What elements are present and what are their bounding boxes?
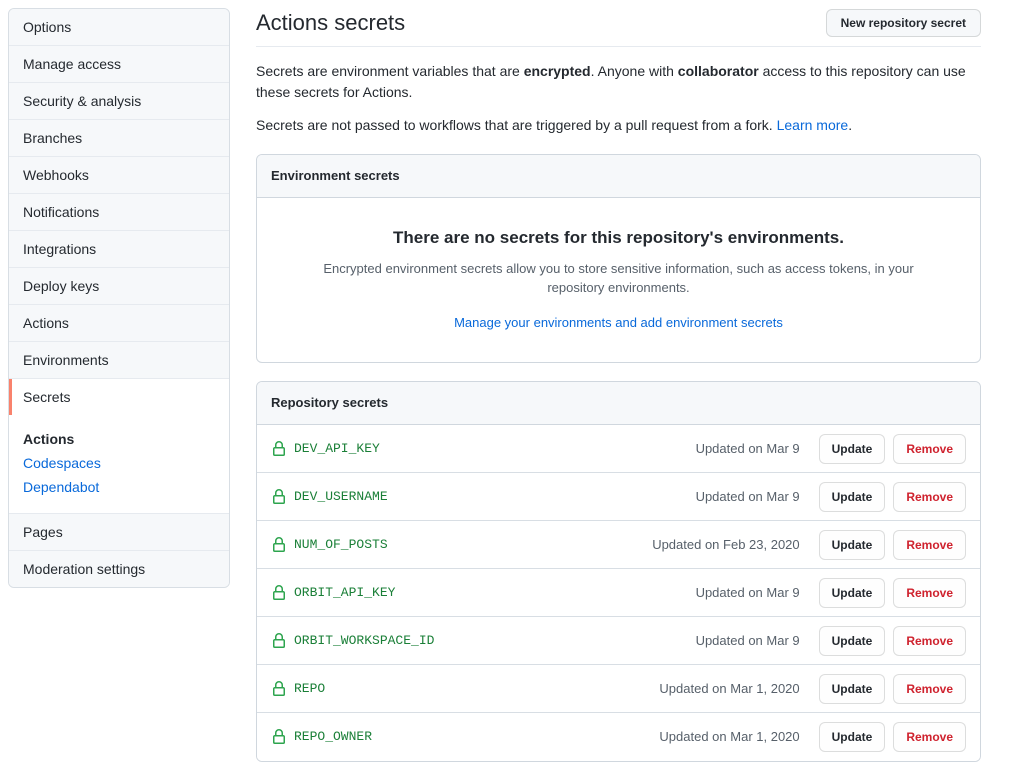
intro-text-2: . Anyone with (590, 63, 678, 79)
learn-more-link[interactable]: Learn more (777, 117, 849, 133)
update-secret-button[interactable]: Update (818, 673, 886, 704)
secret-row-actions: Update Remove (818, 625, 966, 656)
lock-icon (271, 729, 287, 745)
sidebar-item-branches[interactable]: Branches (9, 120, 229, 157)
remove-secret-button[interactable]: Remove (893, 673, 966, 704)
sidebar-item-secrets[interactable]: Secrets (9, 379, 229, 415)
environment-secrets-box: Environment secrets There are no secrets… (256, 154, 981, 363)
secret-row: ORBIT_WORKSPACE_ID Updated on Mar 9 Update… (257, 617, 980, 665)
update-secret-button[interactable]: Update (818, 722, 886, 752)
secret-name-link[interactable]: DEV_API_KEY (294, 440, 380, 458)
secret-updated-timestamp: Updated on Mar 9 (695, 584, 800, 600)
sidebar-item-actions[interactable]: Actions (9, 305, 229, 342)
sidebar-secrets-subnav: Actions Codespaces Dependabot (9, 415, 229, 514)
secret-name-link[interactable]: DEV_USERNAME (294, 488, 388, 506)
secret-row: DEV_USERNAME Updated on Mar 9 Update Remove (257, 473, 980, 521)
secret-row-actions: Update Remove (818, 673, 966, 704)
remove-secret-button[interactable]: Remove (893, 481, 966, 512)
page-header: Actions secrets New repository secret (256, 8, 981, 47)
update-secret-button[interactable]: Update (818, 577, 886, 608)
intro-paragraph-1: Secrets are environment variables that a… (256, 61, 971, 103)
repository-secrets-list: DEV_API_KEY Updated on Mar 9 Update Remove D… (257, 425, 980, 761)
environment-secrets-empty-state: There are no secrets for this repository… (257, 198, 980, 362)
sidebar-subitem-codespaces[interactable]: Codespaces (23, 451, 215, 475)
sidebar-item-security-analysis[interactable]: Security & analysis (9, 83, 229, 120)
page-title: Actions secrets (256, 10, 406, 35)
remove-secret-button[interactable]: Remove (893, 577, 966, 608)
secret-row: REPO Updated on Mar 1, 2020 Update Remove (257, 665, 980, 713)
intro-paragraph-2: Secrets are not passed to workflows that… (256, 115, 971, 136)
lock-icon (271, 632, 287, 649)
repository-secrets-box: Repository secrets DEV_API_KEY Updated on… (256, 381, 981, 762)
update-secret-button[interactable]: Update (818, 529, 886, 560)
sidebar-item-deploy-keys[interactable]: Deploy keys (9, 268, 229, 305)
remove-secret-button[interactable]: Remove (893, 529, 966, 560)
empty-state-title: There are no secrets for this repository… (393, 228, 844, 247)
settings-page: Options Manage access Security & analysis B… (0, 0, 1015, 762)
secret-row-actions: Update Remove (818, 722, 966, 752)
secret-row-actions: Update Remove (818, 529, 966, 560)
secret-name-link[interactable]: NUM_OF_POSTS (294, 536, 388, 554)
sidebar-item-environments[interactable]: Environments (9, 342, 229, 379)
secret-row: DEV_API_KEY Updated on Mar 9 Update Remove (257, 425, 980, 473)
sidebar-subitem-actions: Actions (23, 431, 75, 447)
lock-icon (271, 680, 287, 697)
lock-icon (271, 440, 287, 457)
new-repository-secret-button[interactable]: New repository secret (825, 9, 981, 37)
intro-text: Secrets are environment variables that a… (256, 47, 981, 136)
remove-secret-button[interactable]: Remove (893, 722, 966, 752)
secret-row: NUM_OF_POSTS Updated on Feb 23, 2020 Updat… (257, 521, 980, 569)
secret-row-actions: Update Remove (818, 577, 966, 608)
sidebar-subitem-dependabot[interactable]: Dependabot (23, 475, 215, 499)
lock-icon (271, 584, 287, 601)
update-secret-button[interactable]: Update (818, 481, 886, 512)
lock-icon (271, 536, 287, 553)
sidebar-item-options[interactable]: Options (9, 9, 229, 46)
intro-text-1: Secrets are environment variables that a… (256, 63, 524, 79)
secret-updated-timestamp: Updated on Mar 1, 2020 (659, 680, 800, 696)
sidebar-item-integrations[interactable]: Integrations (9, 231, 229, 268)
sidebar-nav-list: Options Manage access Security & analysis B… (9, 9, 229, 415)
secret-updated-timestamp: Updated on Mar 9 (695, 632, 800, 648)
sidebar-item-notifications[interactable]: Notifications (9, 194, 229, 231)
secret-name-link[interactable]: ORBIT_WORKSPACE_ID (294, 632, 434, 650)
secret-row: REPO_OWNER Updated on Mar 1, 2020 Update Re… (257, 713, 980, 761)
remove-secret-button[interactable]: Remove (893, 433, 966, 464)
secret-updated-timestamp: Updated on Mar 1, 2020 (659, 729, 800, 744)
empty-state-description: Encrypted environment secrets allow you … (323, 261, 914, 295)
secret-updated-timestamp: Updated on Mar 9 (695, 440, 800, 456)
settings-sidebar: Options Manage access Security & analysis B… (8, 8, 230, 588)
update-secret-button[interactable]: Update (818, 625, 886, 656)
sidebar-item-moderation-settings[interactable]: Moderation settings (9, 551, 229, 587)
intro-bold-encrypted: encrypted (523, 63, 591, 79)
remove-secret-button[interactable]: Remove (893, 625, 966, 656)
secret-updated-timestamp: Updated on Feb 23, 2020 (652, 536, 800, 552)
sidebar-item-webhooks[interactable]: Webhooks (9, 157, 229, 194)
environment-secrets-header: Environment secrets (257, 155, 980, 198)
intro-fork-text: Secrets are not passed to workflows that… (256, 117, 777, 133)
intro-bold-collaborator: collaborator (677, 63, 759, 79)
repository-secrets-header: Repository secrets (257, 382, 980, 425)
secret-name-link[interactable]: REPO (294, 680, 325, 698)
secret-row-actions: Update Remove (818, 433, 966, 464)
sidebar-item-manage-access[interactable]: Manage access (9, 46, 229, 83)
secret-updated-timestamp: Updated on Mar 9 (695, 488, 800, 504)
secret-row: ORBIT_API_KEY Updated on Mar 9 Update Remov… (257, 569, 980, 617)
manage-environments-link[interactable]: Manage your environments and add environ… (454, 315, 783, 330)
lock-icon (271, 488, 287, 505)
secret-row-actions: Update Remove (818, 481, 966, 512)
intro-period: . (848, 117, 853, 133)
secret-name-link[interactable]: REPO_OWNER (294, 728, 372, 746)
sidebar-nav-tail: Pages Moderation settings (9, 514, 229, 587)
main-content: Actions secrets New repository secret Se… (230, 0, 1015, 762)
secret-name-link[interactable]: ORBIT_API_KEY (294, 584, 395, 602)
update-secret-button[interactable]: Update (818, 433, 886, 464)
sidebar-item-pages[interactable]: Pages (9, 514, 229, 551)
